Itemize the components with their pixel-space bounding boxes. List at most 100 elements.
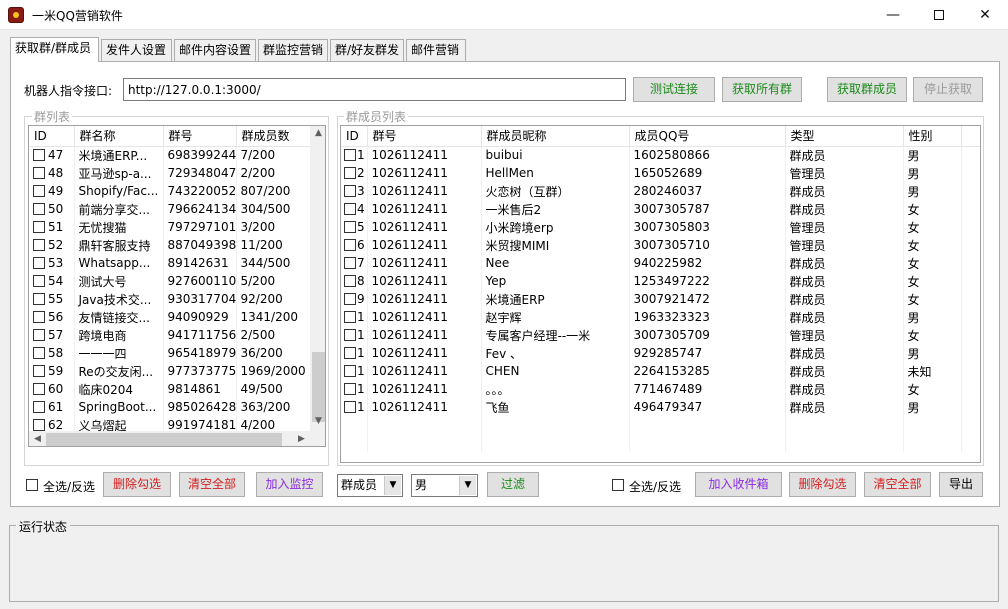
table-row[interactable]: 53 Whatsapp... 89142631 344/500 (29, 254, 311, 272)
row-checkbox[interactable] (33, 167, 45, 179)
row-checkbox[interactable] (33, 293, 45, 305)
row-checkbox[interactable] (344, 383, 356, 395)
row-checkbox[interactable] (33, 347, 45, 359)
table-row[interactable]: 57 跨境电商 941711756 2/500 (29, 326, 311, 344)
close-button[interactable]: ✕ (962, 0, 1008, 30)
table-row[interactable]: 1 1026112411 buibui 1602580866 群成员男 (341, 146, 980, 164)
row-checkbox[interactable] (344, 221, 356, 233)
scroll-up-icon[interactable]: ▲ (310, 128, 325, 138)
group-clear-all-button[interactable]: 清空全部 (179, 472, 245, 497)
column-header-group-number[interactable]: 群号 (163, 126, 237, 147)
row-checkbox[interactable] (344, 365, 356, 377)
row-checkbox[interactable] (344, 329, 356, 341)
table-row[interactable]: 1 1026112411 飞鱼 496479347 群成员男 (341, 398, 980, 416)
table-row[interactable]: 52 鼎轩客服支持 887049398 11/200 (29, 236, 311, 254)
filter-button[interactable]: 过滤 (487, 472, 539, 497)
table-row[interactable]: 2 1026112411 HellMen 165052689 管理员男 (341, 164, 980, 182)
column-header-gender[interactable]: 性别 (903, 126, 962, 147)
test-connection-button[interactable]: 测试连接 (633, 77, 715, 102)
table-row[interactable]: 56 友情链接交... 94090929 1341/200 (29, 308, 311, 326)
row-checkbox[interactable] (33, 365, 45, 377)
column-header-id[interactable]: ID (29, 126, 75, 147)
member-select-all-checkbox[interactable] (612, 479, 624, 491)
member-list-table[interactable]: ID 群号 群成员昵称 成员QQ号 类型 性别 1 1026112411 buibu… (340, 125, 981, 463)
table-row[interactable]: 58 一一一四 965418979 36/200 (29, 344, 311, 362)
table-row[interactable]: 7 1026112411 Nee 940225982 群成员女 (341, 254, 980, 272)
tab-sender-settings[interactable]: 发件人设置 (101, 39, 172, 61)
row-checkbox[interactable] (33, 185, 45, 197)
row-checkbox[interactable] (33, 203, 45, 215)
row-checkbox[interactable] (33, 221, 45, 233)
tab-mail-content[interactable]: 邮件内容设置 (174, 39, 256, 61)
row-checkbox[interactable] (33, 419, 45, 431)
row-checkbox[interactable] (33, 311, 45, 323)
table-row[interactable]: 1 1026112411 赵宇辉 1963323323 群成员男 (341, 308, 980, 326)
chevron-down-icon[interactable]: ▼ (384, 476, 401, 495)
table-row[interactable]: 9 1026112411 米境通ERP 3007921472 群成员女 (341, 290, 980, 308)
minimize-button[interactable]: — (870, 0, 916, 30)
robot-endpoint-input[interactable] (123, 78, 626, 101)
table-row[interactable]: 1 1026112411。。。 771467489 群成员女 (341, 380, 980, 398)
column-header-member-id[interactable]: ID (341, 126, 368, 147)
table-row[interactable]: 51 无忧搜猫 797297101 3/200 (29, 218, 311, 236)
row-checkbox[interactable] (33, 329, 45, 341)
table-row[interactable]: 4 1026112411 一米售后2 3007305787 群成员女 (341, 200, 980, 218)
group-list-vscrollbar[interactable]: ▲ ▼ (310, 126, 325, 431)
tab-get-groups[interactable]: 获取群/群成员 (10, 37, 99, 62)
get-all-groups-button[interactable]: 获取所有群 (722, 77, 802, 102)
table-row[interactable]: 5 1026112411 小米跨境erp 3007305803 管理员女 (341, 218, 980, 236)
row-checkbox[interactable] (344, 185, 356, 197)
group-list-hscrollbar[interactable]: ◀ ▶ (29, 431, 325, 446)
row-checkbox[interactable] (344, 401, 356, 413)
table-row[interactable]: 1 1026112411 专属客户经理--一米 3007305709 管理员女 (341, 326, 980, 344)
row-checkbox[interactable] (344, 347, 356, 359)
member-type-select[interactable]: 群成员 ▼ (337, 474, 403, 497)
column-header-type[interactable]: 类型 (785, 126, 904, 147)
tab-mass-send[interactable]: 群/好友群发 (330, 39, 404, 61)
column-header-member-count[interactable]: 群成员数 (236, 126, 311, 147)
row-checkbox[interactable] (344, 167, 356, 179)
table-row[interactable]: 6 1026112411 米贸搜MIMI 3007305710 管理员女 (341, 236, 980, 254)
table-row[interactable]: 55 Java技术交... 930317704 92/200 (29, 290, 311, 308)
group-list-table[interactable]: ID 群名称 群号 群成员数 47 米境通ERP... 698399244 7/200… (28, 125, 326, 447)
row-checkbox[interactable] (344, 293, 356, 305)
member-select-all-label[interactable]: 全选/反选 (629, 478, 681, 495)
row-checkbox[interactable] (33, 257, 45, 269)
table-row[interactable]: 50 前端分享交... 796624134 304/500 (29, 200, 311, 218)
row-checkbox[interactable] (33, 275, 45, 287)
row-checkbox[interactable] (344, 239, 356, 251)
stop-fetch-button[interactable]: 停止获取 (913, 77, 983, 102)
scroll-right-icon[interactable]: ▶ (293, 434, 310, 444)
row-checkbox[interactable] (344, 257, 356, 269)
export-button[interactable]: 导出 (939, 472, 983, 497)
column-header-nickname[interactable]: 群成员昵称 (481, 126, 630, 147)
table-row[interactable]: 1 1026112411 Fev 、 929285747 群成员男 (341, 344, 980, 362)
row-checkbox[interactable] (344, 311, 356, 323)
table-row[interactable]: 59 Reの交友闲... 977373775 1969/2000 (29, 362, 311, 380)
table-row[interactable]: 47 米境通ERP... 698399244 7/200 (29, 146, 311, 164)
group-select-all-label[interactable]: 全选/反选 (43, 478, 95, 495)
table-row[interactable]: 60 临床0204 9814861 49/500 (29, 380, 311, 398)
member-clear-all-button[interactable]: 清空全部 (864, 472, 931, 497)
scroll-thumb[interactable] (312, 352, 325, 422)
table-row[interactable]: 54 测试大号 927600110 5/200 (29, 272, 311, 290)
row-checkbox[interactable] (344, 149, 356, 162)
row-checkbox[interactable] (344, 203, 356, 215)
table-row[interactable]: 48 亚马逊sp-a... 729348047 2/200 (29, 164, 311, 182)
scroll-down-icon[interactable]: ▼ (310, 416, 325, 426)
column-header-group-name[interactable]: 群名称 (74, 126, 164, 147)
get-members-button[interactable]: 获取群成员 (827, 77, 907, 102)
add-monitor-button[interactable]: 加入监控 (256, 472, 323, 497)
row-checkbox[interactable] (33, 401, 45, 413)
tab-group-monitor[interactable]: 群监控营销 (258, 39, 328, 61)
column-header-member-group[interactable]: 群号 (367, 126, 482, 147)
table-row[interactable]: 49 Shopify/Fac... 743220052 807/200 (29, 182, 311, 200)
hscroll-thumb[interactable] (46, 433, 282, 446)
table-row[interactable]: 8 1026112411 Yep 1253497222 群成员女 (341, 272, 980, 290)
column-header-qq[interactable]: 成员QQ号 (629, 126, 786, 147)
add-recipients-button[interactable]: 加入收件箱 (695, 472, 782, 497)
chevron-down-icon[interactable]: ▼ (459, 476, 476, 495)
group-select-all-checkbox[interactable] (26, 479, 38, 491)
table-row[interactable]: 61 SpringBoot... 985026428 363/200 (29, 398, 311, 416)
row-checkbox[interactable] (33, 239, 45, 251)
